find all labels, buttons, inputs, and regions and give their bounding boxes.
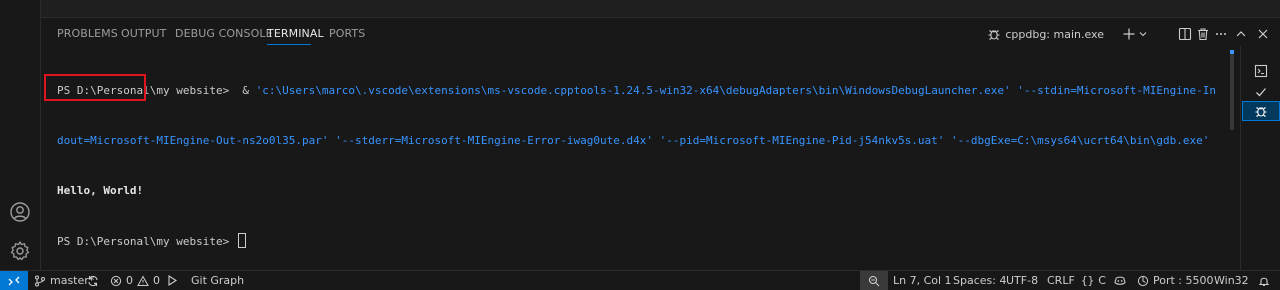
warning-count: 0 [153,274,160,287]
tab-terminal[interactable]: TERMINAL [267,27,324,40]
terminal-line: PS D:\Personal\my website> [57,232,1217,250]
tab-output[interactable]: OUTPUT [121,27,166,40]
maximize-panel-button[interactable] [1234,23,1248,45]
terminal-selector[interactable]: cppdbg: main.exe [987,23,1104,45]
close-icon [1256,27,1270,41]
prompt-text: PS D:\Personal\my website> [57,234,236,248]
git-branch-icon [34,275,46,287]
sync-icon [87,275,99,287]
new-terminal-button[interactable] [1122,23,1148,45]
error-count: 0 [126,274,133,287]
terminal-scrollbar[interactable] [1230,50,1234,130]
eol-label: CRLF [1047,274,1075,287]
highlight-box [44,74,146,101]
notifications-button[interactable] [1258,271,1270,290]
ellipsis-icon [1214,27,1228,41]
chevron-down-icon[interactable] [1138,29,1148,39]
kill-terminal-button[interactable] [1196,23,1210,45]
terminal-icon [1254,64,1268,78]
bell-icon [1258,275,1270,287]
copilot-button[interactable] [1113,271,1127,290]
check-icon [1254,85,1268,99]
indentation[interactable]: Spaces: 4 [953,271,1006,290]
scrollbar-marker [1230,50,1234,54]
zoom-icon [868,275,880,287]
editor-area-edge [41,0,1280,18]
copilot-icon [1113,275,1127,287]
terminal-output[interactable]: PS D:\Personal\my website> & 'c:\Users\m… [57,50,1217,260]
end-of-line[interactable]: CRLF [1047,271,1075,290]
git-graph-label: Git Graph [191,274,245,287]
tab-ports[interactable]: PORTS [329,27,365,40]
debug-icon [987,27,1001,41]
terminal-tab-debug[interactable] [1242,101,1280,121]
language-mode[interactable]: {} C [1081,271,1106,290]
branch-indicator[interactable]: master* [34,271,94,290]
command-text-continued: dout=Microsoft-MIEngine-Out-ns2o0l35.par… [57,133,1217,147]
cursor-position[interactable]: Ln 7, Col 1 [893,271,952,290]
broadcast-icon [1137,275,1149,287]
chevron-up-icon [1234,27,1248,41]
split-icon [1178,27,1192,41]
active-tab-indicator [267,44,311,45]
terminal-line: PS D:\Personal\my website> & 'c:\Users\m… [57,83,1217,100]
tab-problems[interactable]: PROBLEMS [57,27,118,40]
cursor-position-label: Ln 7, Col 1 [893,274,952,287]
zoom-button[interactable] [860,271,888,290]
error-icon [110,275,122,287]
git-graph-button[interactable]: Git Graph [191,271,244,290]
indentation-label: Spaces: 4 [953,274,1007,287]
trash-icon [1196,27,1210,41]
terminal-tab-shell[interactable] [1243,62,1279,80]
terminal-tabs-list [1240,46,1280,270]
split-terminal-button[interactable] [1178,23,1192,45]
warning-icon [137,274,149,287]
braces-icon: {} [1081,274,1095,287]
close-panel-button[interactable] [1256,23,1270,45]
program-output: Hello, World! [57,183,144,197]
gear-icon[interactable] [8,239,32,263]
more-actions-button[interactable] [1214,23,1228,45]
run-debug-button[interactable] [166,271,179,290]
activity-bar [0,0,41,270]
encoding-label: UTF-8 [1006,274,1039,287]
language-label: C [1098,274,1106,287]
platform-indicator[interactable]: Win32 [1214,271,1249,290]
accounts-icon[interactable] [8,200,32,224]
terminal-cursor [237,232,246,248]
platform-label: Win32 [1214,274,1249,287]
status-bar: master* 0 0 Git Graph Ln 7, Col 1 Spaces… [0,270,1280,290]
port-label: Port : 5500 [1153,274,1214,287]
plus-icon [1122,27,1136,41]
terminal-name: cppdbg: main.exe [1005,27,1104,41]
live-server-port[interactable]: Port : 5500 [1137,271,1214,290]
debug-icon [1254,104,1268,118]
sync-button[interactable] [87,271,99,290]
bottom-panel: PROBLEMS OUTPUT DEBUG CONSOLE TERMINAL P… [41,18,1280,270]
command-text: 'c:\Users\marco\.vscode\extensions\ms-vs… [255,84,1217,98]
terminal-line: dout=Microsoft-MIEngine-Out-ns2o0l35.par… [57,133,1217,150]
encoding[interactable]: UTF-8 [1006,271,1038,290]
remote-indicator[interactable] [0,271,28,290]
debug-run-icon [166,274,179,287]
remote-icon [7,274,21,288]
terminal-tab-task[interactable] [1243,83,1279,101]
problems-indicator[interactable]: 0 0 [110,271,160,290]
tab-debug-console[interactable]: DEBUG CONSOLE [175,27,273,40]
